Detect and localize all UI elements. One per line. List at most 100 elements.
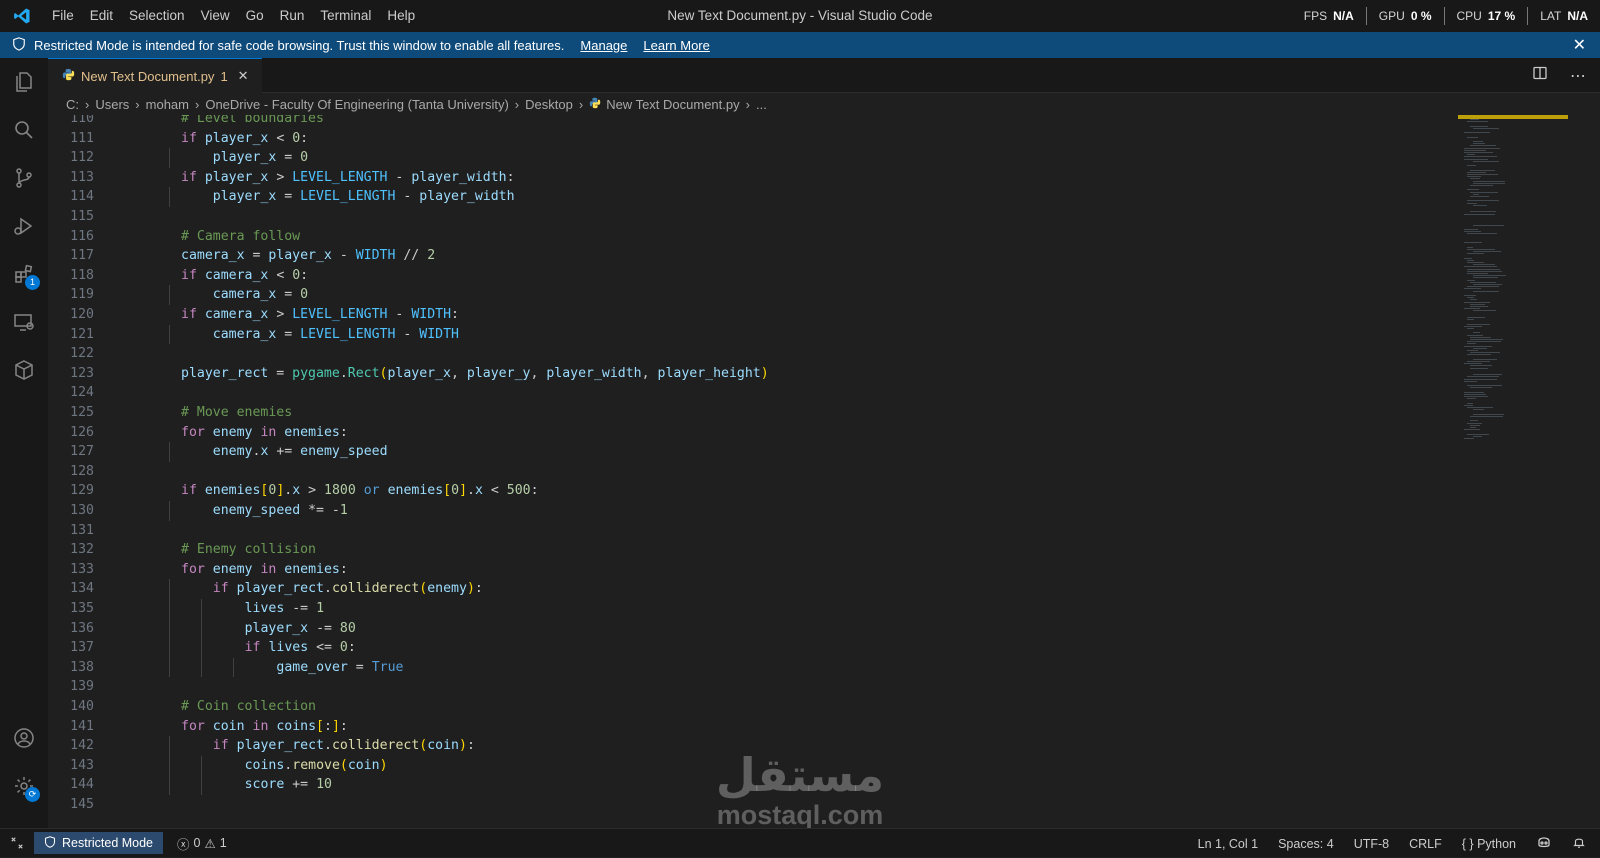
code-line[interactable]: 116 # Camera follow [48, 227, 1468, 247]
accounts-icon[interactable] [0, 714, 48, 762]
indent-guide [169, 736, 170, 756]
code-line[interactable]: 139 [48, 677, 1468, 697]
code-line[interactable]: 112 player_x = 0 [48, 148, 1468, 168]
indentation[interactable]: Spaces: 4 [1278, 837, 1334, 851]
minimap-line [1473, 204, 1487, 206]
settings-gear-icon[interactable]: ⟳ [0, 762, 48, 810]
indent-guide [200, 755, 202, 776]
extensions-icon[interactable]: 1 [0, 250, 48, 298]
cursor-position[interactable]: Ln 1, Col 1 [1198, 837, 1258, 851]
breadcrumb-chevron-icon: › [745, 96, 750, 112]
code-line[interactable]: 130 enemy_speed *= -1 [48, 501, 1468, 521]
breadcrumb-item[interactable]: Desktop [525, 97, 573, 112]
code-line[interactable]: 120 if camera_x > LEVEL_LENGTH - WIDTH: [48, 305, 1468, 325]
menu-terminal[interactable]: Terminal [312, 0, 379, 32]
minimap-line [1467, 317, 1486, 318]
watermark-arabic: مستقل [715, 749, 885, 801]
menu-view[interactable]: View [193, 0, 238, 32]
code-line[interactable]: 134 if player_rect.colliderect(enemy): [48, 579, 1468, 599]
code-line[interactable]: 124 [48, 383, 1468, 403]
close-icon[interactable]: ✕ [1573, 35, 1586, 55]
source-control-icon[interactable] [0, 154, 48, 202]
code-line[interactable]: 123 player_rect = pygame.Rect(player_x, p… [48, 364, 1468, 384]
code-line[interactable]: 125 # Move enemies [48, 403, 1468, 423]
code-token: coin [427, 738, 459, 754]
code-token: < [268, 267, 293, 283]
search-icon[interactable] [0, 106, 48, 154]
code-line[interactable]: 131 [48, 521, 1468, 541]
copilot-icon[interactable] [1536, 834, 1552, 853]
code-line[interactable]: 110 # Level boundaries [48, 115, 1468, 129]
notifications-bell-icon[interactable] [1572, 835, 1586, 852]
more-actions-icon[interactable]: ⋯ [1570, 66, 1586, 86]
tab-close-icon[interactable]: ✕ [238, 68, 249, 84]
split-editor-icon[interactable] [1532, 65, 1548, 86]
code-line[interactable]: 127 enemy.x += enemy_speed [48, 442, 1468, 462]
minimap[interactable] [1458, 115, 1558, 445]
breadcrumb-item[interactable]: C: [66, 97, 79, 112]
code-line[interactable]: 115 [48, 207, 1468, 227]
code-line[interactable]: 119 camera_x = 0 [48, 285, 1468, 305]
code-line[interactable]: 117 camera_x = player_x - WIDTH // 2 [48, 246, 1468, 266]
vertical-scrollbar[interactable] [1592, 115, 1600, 828]
breadcrumb-item[interactable]: New Text Document.py [606, 97, 739, 112]
code-line[interactable]: 140 # Coin collection [48, 697, 1468, 717]
breadcrumb-item[interactable]: Users [95, 97, 129, 112]
code-token: if [181, 267, 197, 283]
menu-edit[interactable]: Edit [82, 0, 121, 32]
code-token: ] [331, 718, 340, 734]
language-mode[interactable]: { } Python [1462, 837, 1516, 851]
minimap-line [1473, 251, 1501, 252]
code-token: 0 [339, 640, 348, 656]
code-line[interactable]: 133 for enemy in enemies: [48, 560, 1468, 580]
package-icon[interactable] [0, 346, 48, 394]
code-line[interactable]: 111 if player_x < 0: [48, 129, 1468, 149]
code-line[interactable]: 137 if lives <= 0: [48, 638, 1468, 658]
breadcrumb-item[interactable]: moham [146, 97, 189, 112]
code-token: for [181, 424, 205, 440]
code-line[interactable]: 132 # Enemy collision [48, 540, 1468, 560]
minimap-line [1467, 259, 1474, 261]
code-line[interactable]: 121 camera_x = LEVEL_LENGTH - WIDTH [48, 324, 1468, 345]
minimap-line [1470, 211, 1496, 213]
restricted-mode-status[interactable]: Restricted Mode [34, 832, 164, 854]
code-line[interactable]: 118 if camera_x < 0: [48, 266, 1468, 286]
breadcrumb-item[interactable]: ... [756, 97, 767, 112]
breadcrumb-item[interactable]: OneDrive - Faculty Of Engineering (Tanta… [205, 97, 508, 112]
performance-overlay: FPS N/A GPU 0 % CPU 17 % LAT N/A [1304, 0, 1588, 32]
remote-explorer-icon[interactable] [0, 298, 48, 346]
code-line[interactable]: 126 for enemy in enemies: [48, 423, 1468, 443]
learn-more-link[interactable]: Learn More [643, 38, 709, 53]
menu-file[interactable]: File [44, 0, 82, 32]
code-text: camera_x = player_x - WIDTH // 2 [181, 246, 435, 266]
menu-run[interactable]: Run [272, 0, 313, 32]
minimap-line [1470, 303, 1486, 305]
menu-help[interactable]: Help [379, 0, 423, 32]
remote-indicator-icon[interactable] [0, 829, 34, 858]
menu-selection[interactable]: Selection [121, 0, 193, 32]
code-editor[interactable]: 110 # Level boundaries 111 if player_x < 0:… [48, 115, 1600, 828]
code-token: > [300, 483, 325, 499]
explorer-icon[interactable] [0, 58, 48, 106]
tab-new-text-document[interactable]: New Text Document.py 1 ✕ [48, 58, 262, 93]
code-line[interactable]: 138 game_over = True [48, 657, 1468, 678]
code-line[interactable]: 114 player_x = LEVEL_LENGTH - player_widt… [48, 187, 1468, 207]
line-number: 115 [70, 209, 94, 224]
minimap-line [1473, 358, 1498, 360]
encoding[interactable]: UTF-8 [1354, 837, 1389, 851]
code-token: # Camera follow [181, 228, 301, 244]
code-line[interactable]: 113 if player_x > LEVEL_LENGTH - player_w… [48, 168, 1468, 188]
problems-status[interactable]: ⓧ 0 ⚠ 1 [177, 834, 227, 853]
manage-link[interactable]: Manage [580, 38, 627, 53]
code-line[interactable]: 129 if enemies[0].x > 1800 or enemies[0].… [48, 481, 1468, 501]
code-text: game_over = True [276, 658, 403, 678]
line-ending[interactable]: CRLF [1409, 837, 1442, 851]
code-line[interactable]: 135 lives -= 1 [48, 599, 1468, 619]
code-line[interactable]: 136 player_x -= 80 [48, 618, 1468, 639]
code-line[interactable]: 122 [48, 344, 1468, 364]
menu-go[interactable]: Go [238, 0, 272, 32]
code-line[interactable]: 128 [48, 462, 1468, 482]
code-line[interactable]: 141 for coin in coins[:]: [48, 717, 1468, 737]
run-debug-icon[interactable] [0, 202, 48, 250]
